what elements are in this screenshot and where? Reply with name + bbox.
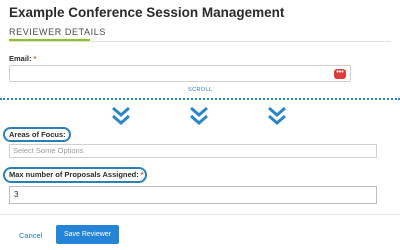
save-reviewer-button[interactable]: Save Reviewer bbox=[56, 225, 119, 244]
cancel-button[interactable]: Cancel bbox=[19, 231, 42, 240]
chevron-down-icon bbox=[190, 106, 208, 125]
page-title: Example Conference Session Management bbox=[9, 5, 285, 20]
email-label: Email: * bbox=[9, 54, 36, 63]
section-divider bbox=[9, 41, 391, 42]
max-proposals-label-text: Max number of Proposals Assigned: bbox=[9, 170, 139, 179]
section-header-reviewer-details: REVIEWER DETAILS bbox=[9, 27, 106, 37]
chevron-down-icon bbox=[268, 106, 286, 125]
scroll-divider bbox=[0, 98, 400, 100]
email-field[interactable]: ••• bbox=[9, 65, 351, 82]
required-marker: * bbox=[33, 54, 37, 63]
scroll-label: SCROLL bbox=[188, 87, 213, 93]
footer-divider bbox=[0, 214, 400, 215]
max-proposals-label: Max number of Proposals Assigned: * bbox=[9, 170, 144, 179]
areas-of-focus-select[interactable]: Select Some Options bbox=[9, 144, 377, 158]
max-proposals-field[interactable]: 3 bbox=[9, 186, 377, 204]
required-marker: * bbox=[140, 170, 144, 179]
warning-icon[interactable]: ••• bbox=[334, 69, 346, 79]
areas-of-focus-label: Areas of Focus: bbox=[9, 130, 66, 139]
chevron-down-icon bbox=[112, 106, 130, 125]
email-label-text: Email: bbox=[9, 54, 32, 63]
